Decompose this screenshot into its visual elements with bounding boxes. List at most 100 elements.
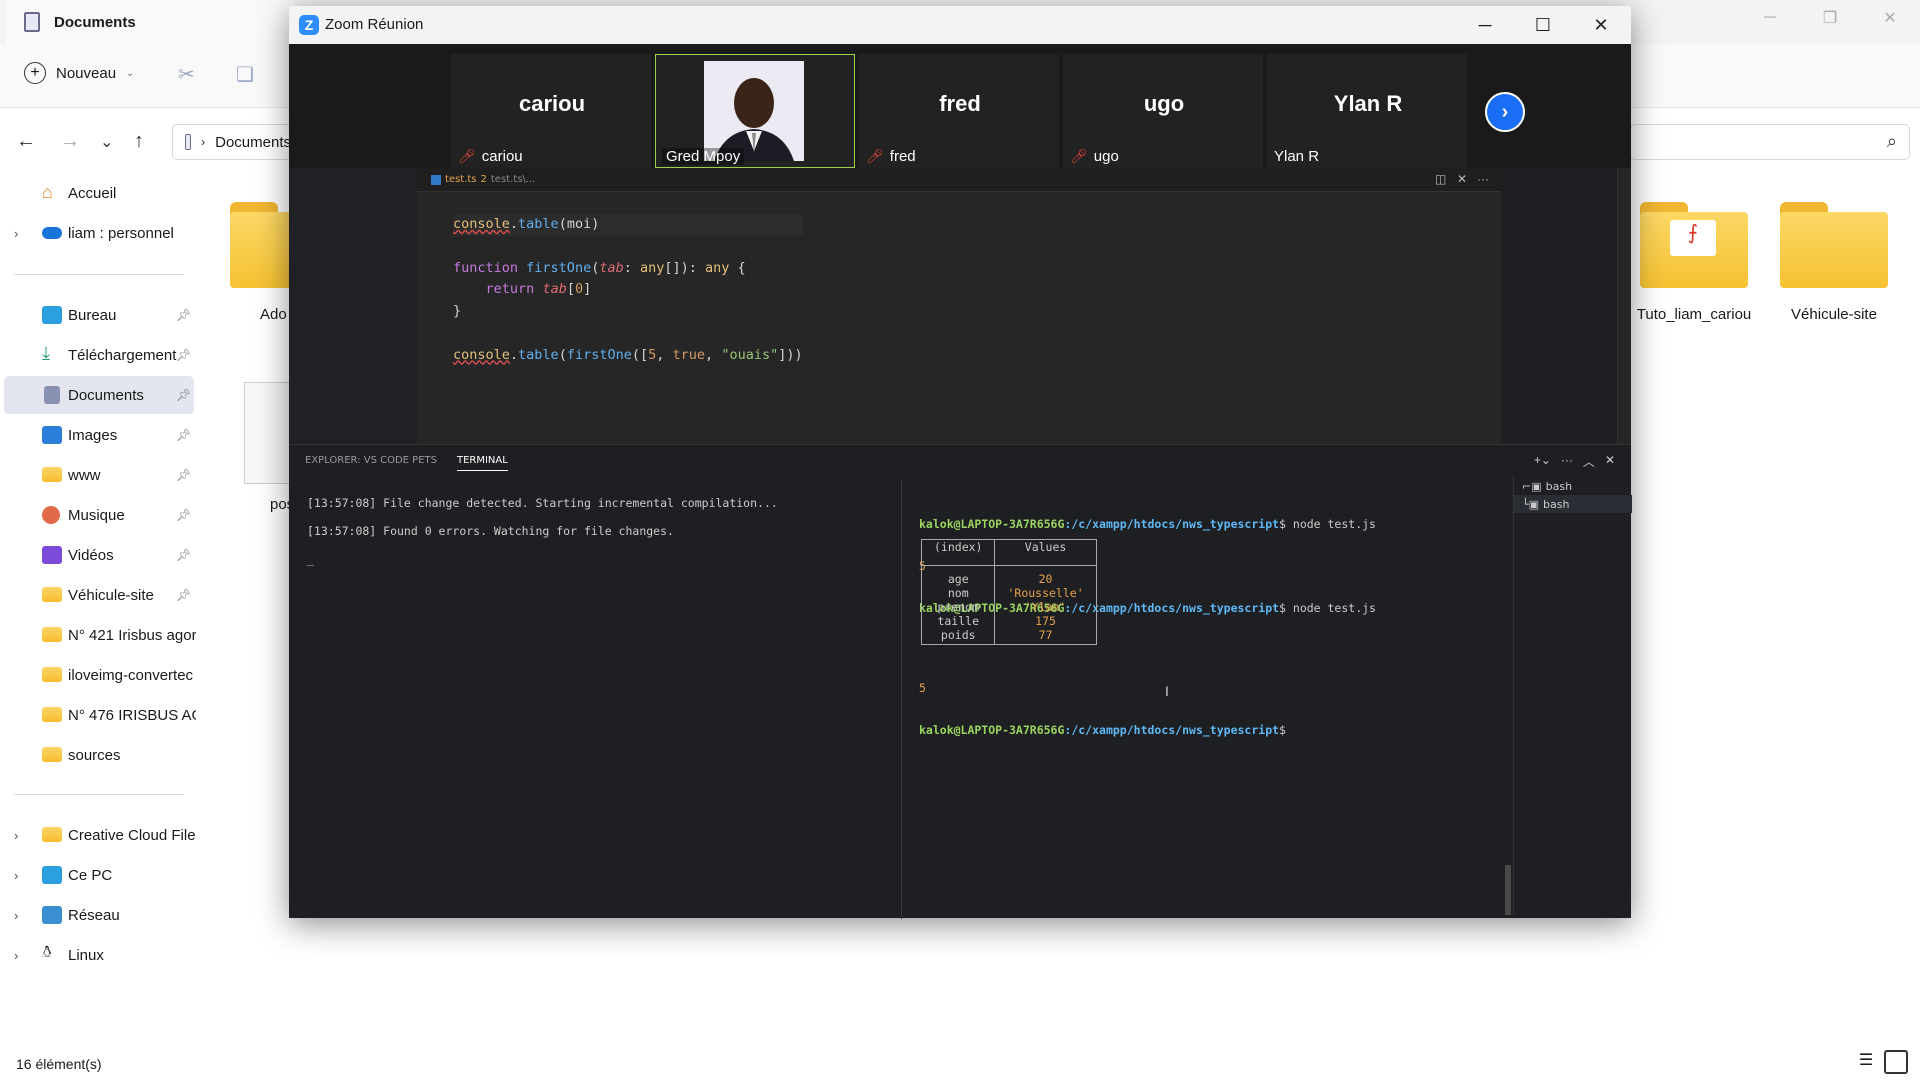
editor-tabbar: test.ts 2 test.ts\... ◫ ✕ ··· [417, 168, 1501, 192]
zoom-logo-icon: Z [299, 15, 319, 35]
participant-tile[interactable]: cariou 🎤︎ cariou [451, 54, 651, 168]
pin-icon: 📌︎ [176, 428, 192, 442]
more-actions-icon[interactable]: ··· [1477, 172, 1489, 186]
download-icon: ⤓ [42, 343, 50, 363]
sidebar-item-linux[interactable]: › 🐧︎ Linux [0, 936, 196, 974]
close-button[interactable]: ✕ [1573, 10, 1629, 40]
terminal-line: [13:57:08] File change detected. Startin… [307, 496, 778, 510]
sidebar-item-vehicule-site[interactable]: Véhicule-site 📌︎ [0, 576, 196, 614]
sidebar-item-onedrive[interactable]: › liam : personnel [0, 214, 196, 252]
participant-name: ugo [1093, 148, 1119, 165]
sidebar-item-folder[interactable]: N° 476 IRISBUS AG [0, 696, 196, 734]
participant-tile[interactable]: ugo 🎤︎ ugo [1063, 54, 1263, 168]
explorer-window-controls: ─ ❐ ✕ [1740, 0, 1920, 36]
home-icon: ⌂ [42, 182, 53, 202]
restore-button[interactable]: ❐ [1800, 0, 1860, 36]
terminal-icon: └▣ [1522, 497, 1540, 511]
code-content[interactable]: console.table(moi) function firstOne(tab… [453, 214, 803, 367]
sidebar-item-label: Réseau [68, 906, 120, 924]
terminal-instance-selected[interactable]: └▣ bash [1514, 495, 1632, 513]
up-icon[interactable]: ↑ [134, 130, 144, 153]
new-terminal-icon[interactable]: +⌄ [1534, 453, 1551, 470]
close-button[interactable]: ✕ [1860, 0, 1920, 36]
close-panel-icon[interactable]: ✕ [1605, 453, 1615, 470]
sidebar-item-folder[interactable]: N° 421 Irisbus agor [0, 616, 196, 654]
tab-terminal[interactable]: TERMINAL [456, 455, 508, 471]
sidebar-item-videos[interactable]: Vidéos 📌︎ [0, 536, 196, 574]
panel-tabs: EXPLORER: VS CODE PETS TERMINAL [305, 455, 508, 471]
plus-icon: + [24, 62, 46, 84]
prompt-command: $ node test.js [1279, 601, 1376, 615]
sidebar-item-sources[interactable]: sources [0, 736, 196, 774]
minimap[interactable] [1617, 168, 1631, 444]
folder-icon [42, 747, 62, 762]
terminal-output-left[interactable]: [13:57:08] File change detected. Startin… [307, 489, 867, 573]
linux-icon: 🐧︎ [42, 944, 52, 961]
document-thumbnail[interactable] [244, 382, 290, 484]
sidebar-item-reseau[interactable]: › Réseau [0, 896, 196, 934]
explorer-tab[interactable]: Documents [6, 0, 296, 44]
pin-icon: 📌︎ [176, 468, 192, 482]
editor-tab[interactable]: test.ts 2 test.ts\... [431, 174, 535, 185]
documents-icon [44, 386, 60, 404]
split-editor-icon[interactable]: ◫ [1435, 172, 1446, 186]
sidebar-item-bureau[interactable]: Bureau 📌︎ [0, 296, 196, 334]
close-editor-icon[interactable]: ✕ [1457, 172, 1467, 186]
editor-gutter-panel [289, 168, 417, 444]
sidebar-item-telechargement[interactable]: ⤓ Téléchargement 📌︎ [0, 336, 196, 374]
prompt-path: :/c/xampp/htdocs/nws_typescript [1064, 517, 1280, 531]
search-input[interactable]: ⌕ [1630, 124, 1910, 160]
terminal-instance-label: bash [1545, 479, 1573, 493]
folder-item[interactable] [1780, 202, 1890, 292]
minimize-button[interactable]: ─ [1740, 0, 1800, 36]
sidebar-item-ce-pc[interactable]: › Ce PC [0, 856, 196, 894]
participant-name-large: ugo [1143, 91, 1185, 116]
prompt-user: kalok@LAPTOP-3A7R656G [919, 723, 1065, 737]
more-actions-icon[interactable]: ··· [1561, 453, 1573, 470]
tab-explorer-pets[interactable]: EXPLORER: VS CODE PETS [305, 455, 437, 471]
sidebar-item-creative-cloud[interactable]: › Creative Cloud Files [0, 816, 196, 854]
sidebar-item-documents[interactable]: Documents 📌︎ [4, 376, 194, 414]
pin-icon: 📌︎ [176, 508, 192, 522]
zoom-titlebar: Z Zoom Réunion ─ ☐ ✕ [289, 6, 1631, 44]
sidebar-item-label: sources [68, 746, 121, 764]
tiles-view-button[interactable] [1884, 1050, 1908, 1074]
new-button[interactable]: + Nouveau ⌄ [24, 62, 134, 84]
terminal-output: 5 [919, 681, 926, 695]
participant-tile-active-speaker[interactable]: Gred Mpoy [655, 54, 855, 168]
maximize-panel-icon[interactable]: ︿ [1583, 453, 1595, 470]
console-table: (index) Values age nom prenom taille poi… [920, 539, 1097, 645]
maximize-button[interactable]: ☐ [1515, 10, 1571, 40]
sidebar-item-images[interactable]: Images 📌︎ [0, 416, 196, 454]
folder-item[interactable]: ⨍ [1640, 202, 1750, 292]
participant-name-label: Ylan R [1274, 148, 1319, 165]
minimize-button[interactable]: ─ [1457, 10, 1513, 40]
sidebar-item-www[interactable]: www 📌︎ [0, 456, 196, 494]
terminal-instance-label: bash [1543, 497, 1570, 511]
next-page-button[interactable]: › [1485, 92, 1525, 132]
recent-chevron-icon[interactable]: ⌄ [100, 132, 113, 152]
copy-icon[interactable]: ❏ [236, 62, 254, 87]
terminal-scrollbar[interactable] [1505, 865, 1511, 915]
terminal-instance[interactable]: ⌐▣ bash [1514, 477, 1632, 495]
navigation-pane: ⌂ Accueil › liam : personnel Bureau 📌︎ ⤓… [0, 170, 196, 1040]
details-view-button[interactable]: ☰ [1854, 1050, 1878, 1074]
address-bar[interactable]: › Documents [172, 124, 292, 160]
sidebar-item-folder[interactable]: iloveimg-convertec [0, 656, 196, 694]
pin-icon: 📌︎ [176, 548, 192, 562]
back-icon[interactable]: ← [16, 130, 36, 153]
pin-icon: 📌︎ [176, 388, 192, 402]
participant-tile[interactable]: Ylan R Ylan R [1267, 54, 1467, 168]
prompt-path: :/c/xampp/htdocs/nws_typescript [1064, 723, 1280, 737]
forward-icon[interactable]: → [60, 130, 80, 153]
sidebar-item-accueil[interactable]: ⌂ Accueil [0, 174, 196, 212]
shared-screen: test.ts 2 test.ts\... ◫ ✕ ··· console.ta… [289, 168, 1632, 919]
terminal-split-divider[interactable] [901, 479, 902, 919]
sidebar-item-label: Vidéos [68, 546, 114, 564]
cut-icon[interactable]: ✂ [178, 62, 195, 87]
divider [14, 794, 184, 795]
pin-icon: 📌︎ [176, 308, 192, 322]
participant-tile[interactable]: fred 🎤︎ fred [859, 54, 1059, 168]
expand-chevron-icon: › [14, 827, 19, 843]
sidebar-item-musique[interactable]: Musique 📌︎ [0, 496, 196, 534]
